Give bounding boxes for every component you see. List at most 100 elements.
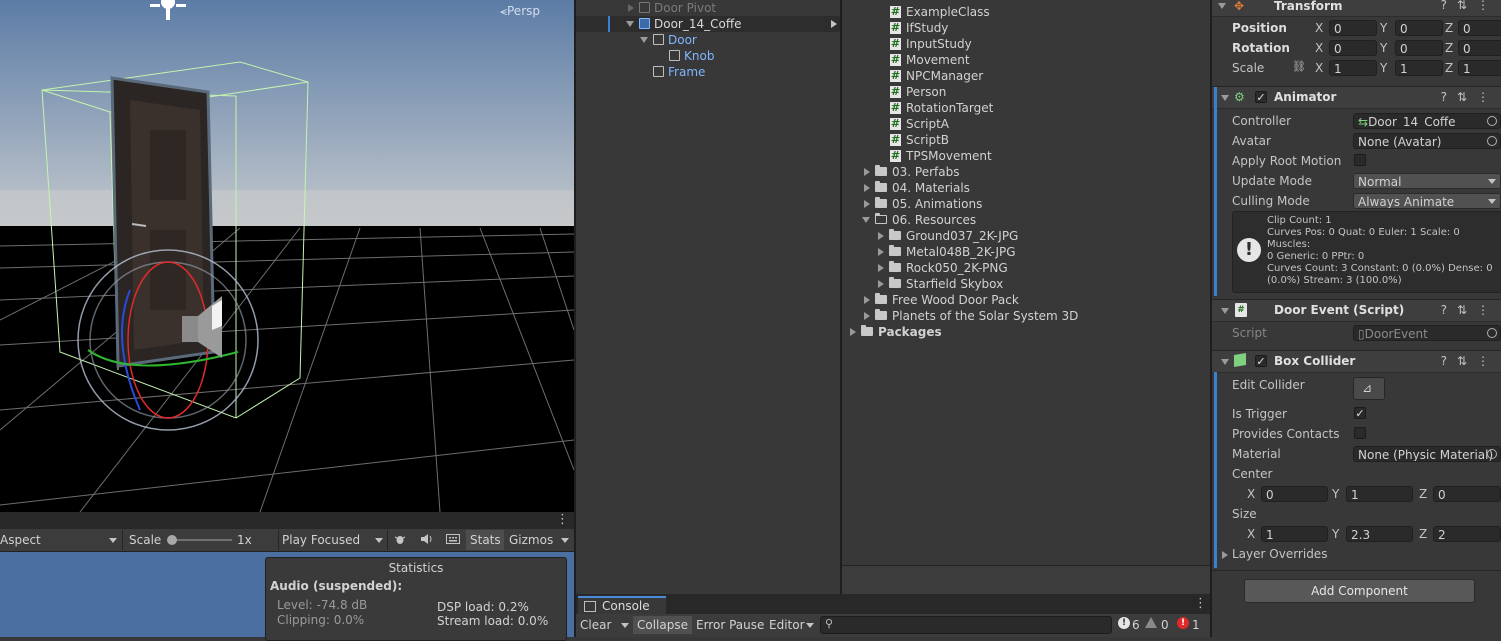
kebab-menu-icon[interactable]: ⋮ [1477,90,1499,104]
constrain-proportions-icon[interactable]: ⛓ [1292,60,1306,73]
project-folder-animations[interactable]: 05. Animations [842,196,1212,212]
project-folder-materials[interactable]: 04. Materials [842,180,1212,196]
error-pause-toggle[interactable]: Error Pause [696,616,764,634]
expand-arrow-icon[interactable] [878,280,884,288]
error-icon[interactable]: ! [1177,617,1189,629]
gizmos-dropdown[interactable]: Gizmos [509,533,553,547]
collapse-arrow-icon[interactable] [1221,308,1229,314]
help-icon[interactable]: ? [1441,90,1457,104]
mute-audio-icon[interactable] [420,533,434,545]
project-folder[interactable]: Ground037_2K-JPG [842,228,1212,244]
expand-arrow-icon[interactable] [864,184,870,192]
expand-arrow-icon[interactable] [864,296,870,304]
rotation-y-field[interactable]: 0 [1395,40,1443,56]
layer-overrides-foldout[interactable]: Layer Overrides [1222,547,1422,563]
collapse-arrow-icon[interactable] [640,37,648,43]
scale-z-field[interactable]: 1 [1458,60,1501,76]
project-item-script[interactable]: # IfStudy [842,20,1212,36]
update-mode-dropdown[interactable]: Normal [1353,173,1501,189]
collapse-arrow-icon[interactable] [1218,3,1226,9]
presets-icon[interactable]: ⇅ [1457,303,1477,317]
help-icon[interactable]: ? [1441,0,1457,12]
expand-arrow-icon[interactable] [864,312,870,320]
presets-icon[interactable]: ⇅ [1457,0,1477,12]
kebab-menu-icon[interactable]: ⋮ [1477,354,1499,368]
scale-slider-track[interactable] [170,539,232,541]
scene-viewport[interactable] [0,0,574,512]
size-z-field[interactable]: 2 [1433,526,1501,542]
expand-arrow-icon[interactable] [878,248,884,256]
box-collider-header[interactable]: ✓ Box Collider ?⇅⋮ [1212,350,1501,373]
info-icon[interactable]: ! [1118,617,1130,629]
expand-arrow-icon[interactable] [864,168,870,176]
edit-collider-button[interactable]: ⊿ [1353,377,1385,400]
rotation-z-field[interactable]: 0 [1458,40,1501,56]
project-folder[interactable]: Planets of the Solar System 3D [842,308,1212,324]
scale-x-field[interactable]: 1 [1329,60,1377,76]
center-y-field[interactable]: 1 [1346,486,1413,502]
collapse-arrow-icon[interactable] [1221,359,1229,365]
presets-icon[interactable]: ⇅ [1457,354,1477,368]
hierarchy-item-knob[interactable]: Knob [576,48,842,64]
culling-mode-dropdown[interactable]: Always Animate [1353,193,1501,209]
scale-y-field[interactable]: 1 [1395,60,1443,76]
center-z-field[interactable]: 0 [1433,486,1501,502]
animator-enabled-checkbox[interactable]: ✓ [1255,91,1267,103]
project-item-script[interactable]: # InputStudy [842,36,1212,52]
hierarchy-item-door-14-coffe[interactable]: Door_14_Coffe [576,16,842,32]
help-icon[interactable]: ? [1441,354,1457,368]
project-folder[interactable]: Rock050_2K-PNG [842,260,1212,276]
size-x-field[interactable]: 1 [1261,526,1328,542]
project-folder[interactable]: Metal048B_2K-JPG [842,244,1212,260]
is-trigger-checkbox[interactable]: ✓ [1354,407,1366,419]
hierarchy-item-frame[interactable]: Frame [576,64,842,80]
console-kebab-menu-icon[interactable]: ⋮ [1194,597,1207,610]
hierarchy-item-door-pivot[interactable]: Door Pivot [576,0,842,16]
project-item-script[interactable]: # ExampleClass [842,4,1212,20]
project-folder[interactable]: Starfield Skybox [842,276,1212,292]
project-item-script[interactable]: # Person [842,84,1212,100]
project-folder-resources[interactable]: 06. Resources [842,212,1212,228]
kebab-menu-icon[interactable]: ⋮ [1477,0,1499,12]
chevron-right-icon[interactable] [831,20,837,28]
project-item-script[interactable]: # TPSMovement [842,148,1212,164]
rotation-x-field[interactable]: 0 [1329,40,1377,56]
door-event-header[interactable]: # Door Event (Script) ?⇅⋮ [1212,299,1501,322]
project-folder-packages[interactable]: Packages [842,324,1212,340]
keyboard-icon[interactable] [446,533,460,545]
editor-dropdown[interactable]: Editor [769,616,805,634]
aspect-dropdown[interactable]: Aspect [0,533,41,547]
project-item-script[interactable]: # ScriptB [842,132,1212,148]
project-folder-perfabs[interactable]: 03. Perfabs [842,164,1212,180]
expand-arrow-icon[interactable] [864,200,870,208]
collapse-toggle[interactable]: Collapse [633,616,692,634]
center-x-field[interactable]: 0 [1261,486,1328,502]
kebab-menu-icon[interactable]: ⋮ [1477,303,1499,317]
project-item-script[interactable]: # NPCManager [842,68,1212,84]
collapse-arrow-icon[interactable] [862,217,870,223]
expand-arrow-icon[interactable] [878,232,884,240]
help-icon[interactable]: ? [1441,303,1457,317]
provides-contacts-checkbox[interactable] [1354,427,1366,439]
bug-icon[interactable] [394,533,406,545]
console-search-input[interactable]: ⚲ [820,616,1112,634]
animator-header[interactable]: ⚙ ✓ Animator ?⇅⋮ [1212,86,1501,109]
tab-console[interactable]: Console [578,596,666,616]
position-z-field[interactable]: 0 [1458,20,1501,36]
add-component-button[interactable]: Add Component [1244,579,1475,603]
clear-button[interactable]: Clear [580,616,611,634]
play-mode-dropdown[interactable]: Play Focused [282,533,360,547]
hierarchy-item-door[interactable]: Door [576,32,842,48]
scene-view[interactable]: ⪪Persp [0,0,574,512]
project-item-script[interactable]: # ScriptA [842,116,1212,132]
box-collider-enabled-checkbox[interactable]: ✓ [1255,355,1267,367]
scale-slider-thumb[interactable] [167,535,177,545]
material-field[interactable]: None (Physic Material) [1353,446,1501,462]
scene-projection-label[interactable]: ⪪Persp [500,4,540,19]
object-picker-icon[interactable] [1487,449,1497,459]
collapse-arrow-icon[interactable] [626,21,634,27]
expand-arrow-icon[interactable] [878,264,884,272]
avatar-field[interactable]: None (Avatar) [1353,133,1501,149]
position-y-field[interactable]: 0 [1395,20,1443,36]
project-folder[interactable]: Free Wood Door Pack [842,292,1212,308]
